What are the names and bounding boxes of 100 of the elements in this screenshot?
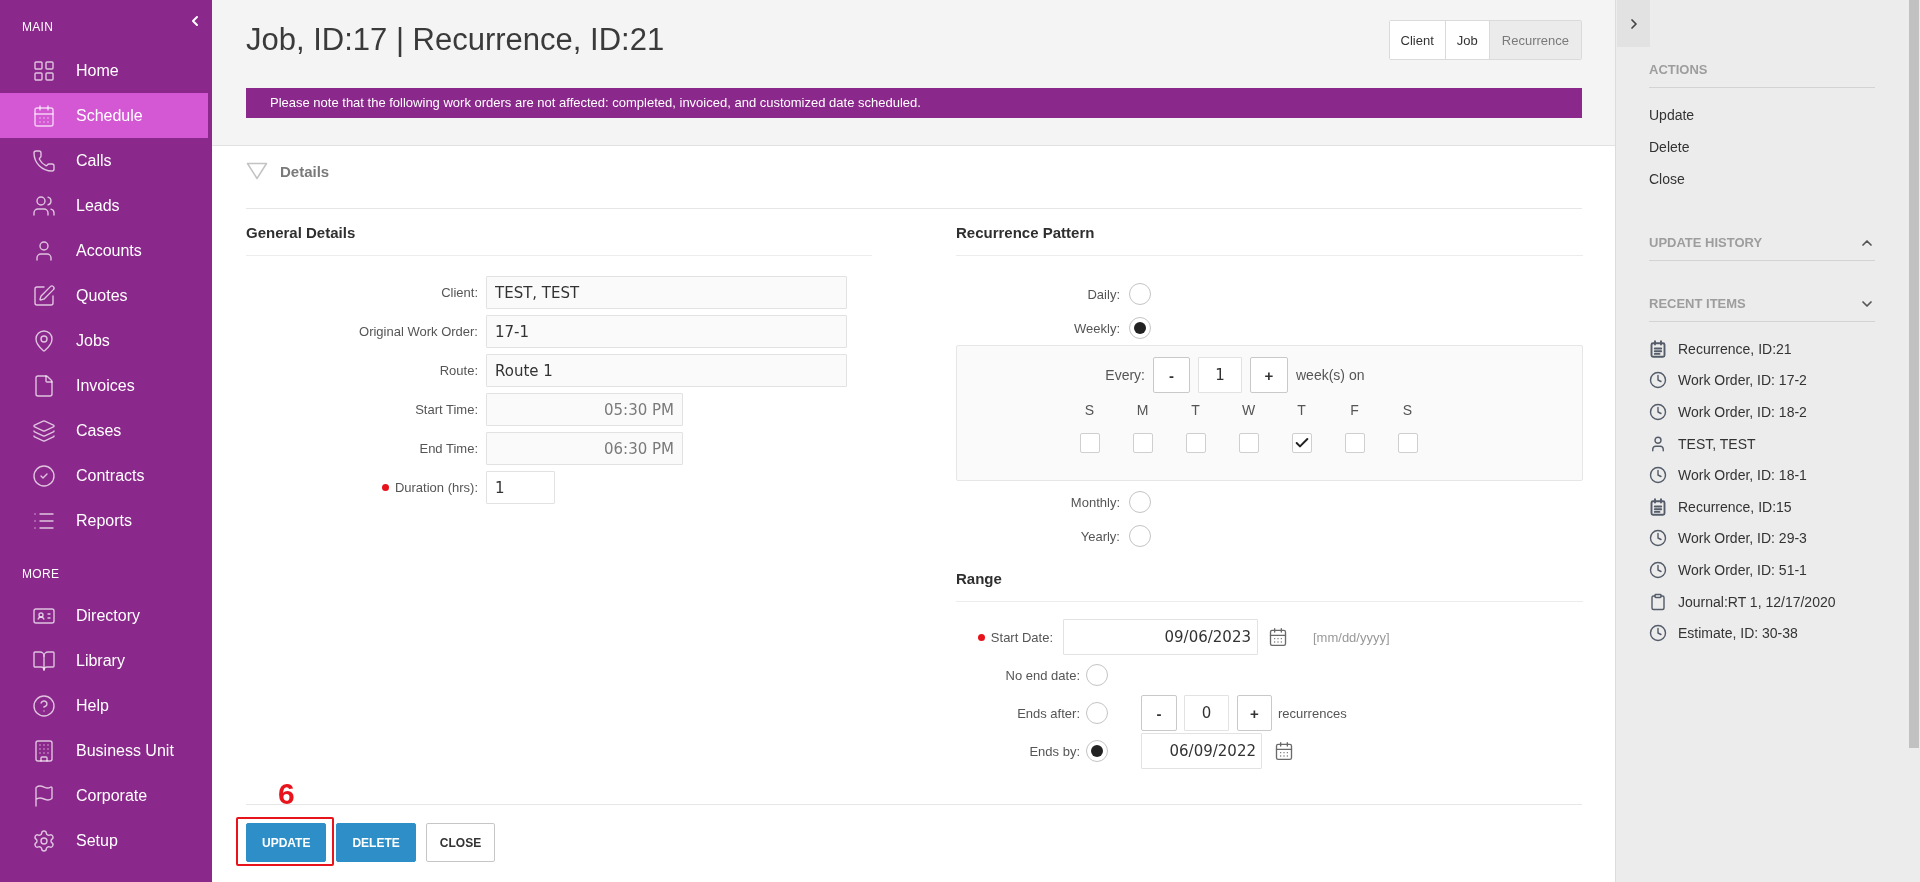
- decrement-button[interactable]: -: [1153, 357, 1190, 393]
- clipboard-icon: [1649, 592, 1667, 611]
- action-button[interactable]: CLOSE: [425, 823, 496, 862]
- field-label: Client:: [441, 285, 478, 300]
- action-button[interactable]: UPDATE: [246, 823, 327, 862]
- sidebar-item[interactable]: Jobs: [0, 318, 208, 363]
- field-label: Start Date:: [990, 629, 1053, 645]
- panel-heading: RECENT ITEMS: [1649, 295, 1746, 312]
- decrement-button[interactable]: -: [1141, 695, 1177, 731]
- document-icon: [32, 373, 56, 398]
- panel-heading: ACTIONS: [1649, 61, 1708, 78]
- increment-button[interactable]: +: [1237, 695, 1272, 731]
- sidebar-item[interactable]: Help: [0, 683, 208, 728]
- date-field[interactable]: 09/06/2023: [1063, 619, 1258, 655]
- input-field[interactable]: TEST, TEST: [486, 276, 847, 309]
- sidebar-item[interactable]: Home: [0, 48, 208, 93]
- checkbox[interactable]: [1185, 433, 1206, 453]
- step-number: 6: [277, 779, 295, 809]
- sidebar-item[interactable]: Corporate: [0, 773, 208, 818]
- action-link[interactable]: Delete: [1649, 131, 1690, 163]
- tab[interactable]: Recurrence: [1488, 21, 1581, 59]
- option-label: Yearly:: [1080, 528, 1120, 544]
- increment-button[interactable]: +: [1250, 357, 1288, 393]
- number-field[interactable]: 1: [1198, 357, 1242, 393]
- calendar-icon: [32, 103, 56, 128]
- map-pin-icon: [32, 328, 56, 353]
- sidebar-item[interactable]: Accounts: [0, 228, 208, 273]
- option-label: Monthly:: [1070, 494, 1120, 510]
- checkbox[interactable]: [1079, 433, 1100, 453]
- phone-icon: [32, 148, 56, 173]
- checkbox[interactable]: [1397, 433, 1418, 453]
- recent-item[interactable]: Recurrence, ID:21: [1649, 333, 1792, 365]
- radio-button[interactable]: [1129, 491, 1151, 513]
- recent-item[interactable]: Work Order, ID: 51-1: [1649, 554, 1807, 586]
- day-label: S: [1084, 401, 1095, 419]
- unit-label: recurrences: [1278, 705, 1347, 721]
- recent-item[interactable]: Estimate, ID: 30-38: [1649, 617, 1798, 649]
- radio-button-selected[interactable]: [1129, 317, 1151, 339]
- sidebar-item[interactable]: Setup: [0, 818, 208, 863]
- checkbox[interactable]: [1291, 433, 1312, 453]
- recent-item[interactable]: Work Order, ID: 29-3: [1649, 522, 1807, 555]
- sidebar-item[interactable]: Contracts: [0, 453, 208, 498]
- help-icon: [32, 693, 56, 718]
- radio-button[interactable]: [1129, 525, 1151, 547]
- checkbox[interactable]: [1132, 433, 1153, 453]
- edit-icon: [32, 283, 56, 308]
- number-field[interactable]: 1: [486, 471, 555, 504]
- recent-item[interactable]: TEST, TEST: [1649, 427, 1756, 460]
- input-field[interactable]: 17-1: [486, 315, 847, 348]
- day-label: T: [1297, 401, 1306, 419]
- option-label: Daily:: [1087, 286, 1120, 302]
- day-label: S: [1402, 401, 1413, 419]
- recent-item[interactable]: Work Order, ID: 18-1: [1649, 459, 1807, 491]
- radio-button[interactable]: [1129, 283, 1151, 305]
- page-title: Job, ID:17 | Recurrence, ID:21: [246, 22, 665, 58]
- action-button[interactable]: DELETE: [336, 823, 416, 862]
- input-field[interactable]: Route 1: [486, 354, 847, 387]
- sidebar-item[interactable]: Directory: [0, 593, 208, 638]
- action-link[interactable]: Update: [1649, 99, 1695, 131]
- every-label: Every:: [1105, 367, 1145, 383]
- sidebar-item[interactable]: Library: [0, 638, 208, 683]
- date-field[interactable]: 06/09/2022: [1141, 733, 1262, 769]
- unit-label: week(s) on: [1296, 367, 1365, 383]
- checkbox[interactable]: [1344, 433, 1365, 453]
- sidebar-item[interactable]: Leads: [0, 183, 208, 228]
- sidebar-item[interactable]: Quotes: [0, 273, 208, 318]
- format-hint: [mm/dd/yyyy]: [1313, 629, 1390, 645]
- radio-button-selected[interactable]: [1086, 740, 1108, 762]
- radio-button[interactable]: [1086, 664, 1108, 686]
- radio-button[interactable]: [1086, 702, 1108, 724]
- panel-toggle-button[interactable]: [1617, 0, 1650, 47]
- sidebar-item[interactable]: Invoices: [0, 363, 208, 408]
- calendar-icon[interactable]: [1274, 741, 1294, 761]
- sidebar-item[interactable]: Calls: [0, 138, 208, 183]
- recent-item[interactable]: Journal:RT 1, 12/17/2020: [1649, 585, 1836, 618]
- recent-item[interactable]: Recurrence, ID:15: [1649, 490, 1792, 523]
- sidebar-item[interactable]: Cases: [0, 408, 208, 453]
- number-field[interactable]: 0: [1184, 695, 1229, 731]
- people-icon: [32, 193, 56, 218]
- sidebar-item[interactable]: Business Unit: [0, 728, 208, 773]
- calendar-icon[interactable]: [1268, 627, 1288, 647]
- recent-item[interactable]: Work Order, ID: 18-2: [1649, 396, 1807, 428]
- check-circle-icon: [32, 463, 56, 488]
- clock-icon: [1649, 403, 1667, 421]
- field-label: End Time:: [419, 441, 478, 456]
- option-label: Ends after:: [1017, 705, 1080, 721]
- person-icon: [1649, 434, 1667, 453]
- scrollbar-thumb[interactable]: [1909, 0, 1919, 748]
- triangle-down-icon[interactable]: [246, 162, 268, 180]
- sidebar-item[interactable]: Reports: [0, 498, 208, 543]
- calendar-list-icon: [1649, 497, 1667, 516]
- checkbox[interactable]: [1238, 433, 1259, 453]
- option-label: Ends by:: [1029, 743, 1080, 759]
- clock-icon: [1649, 529, 1667, 548]
- section-title: MAIN: [22, 19, 54, 36]
- day-label: W: [1241, 401, 1256, 419]
- recent-item[interactable]: Work Order, ID: 17-2: [1649, 364, 1807, 397]
- flag-icon: [32, 783, 56, 808]
- action-link[interactable]: Close: [1649, 163, 1685, 195]
- section-heading: General Details: [246, 223, 356, 241]
